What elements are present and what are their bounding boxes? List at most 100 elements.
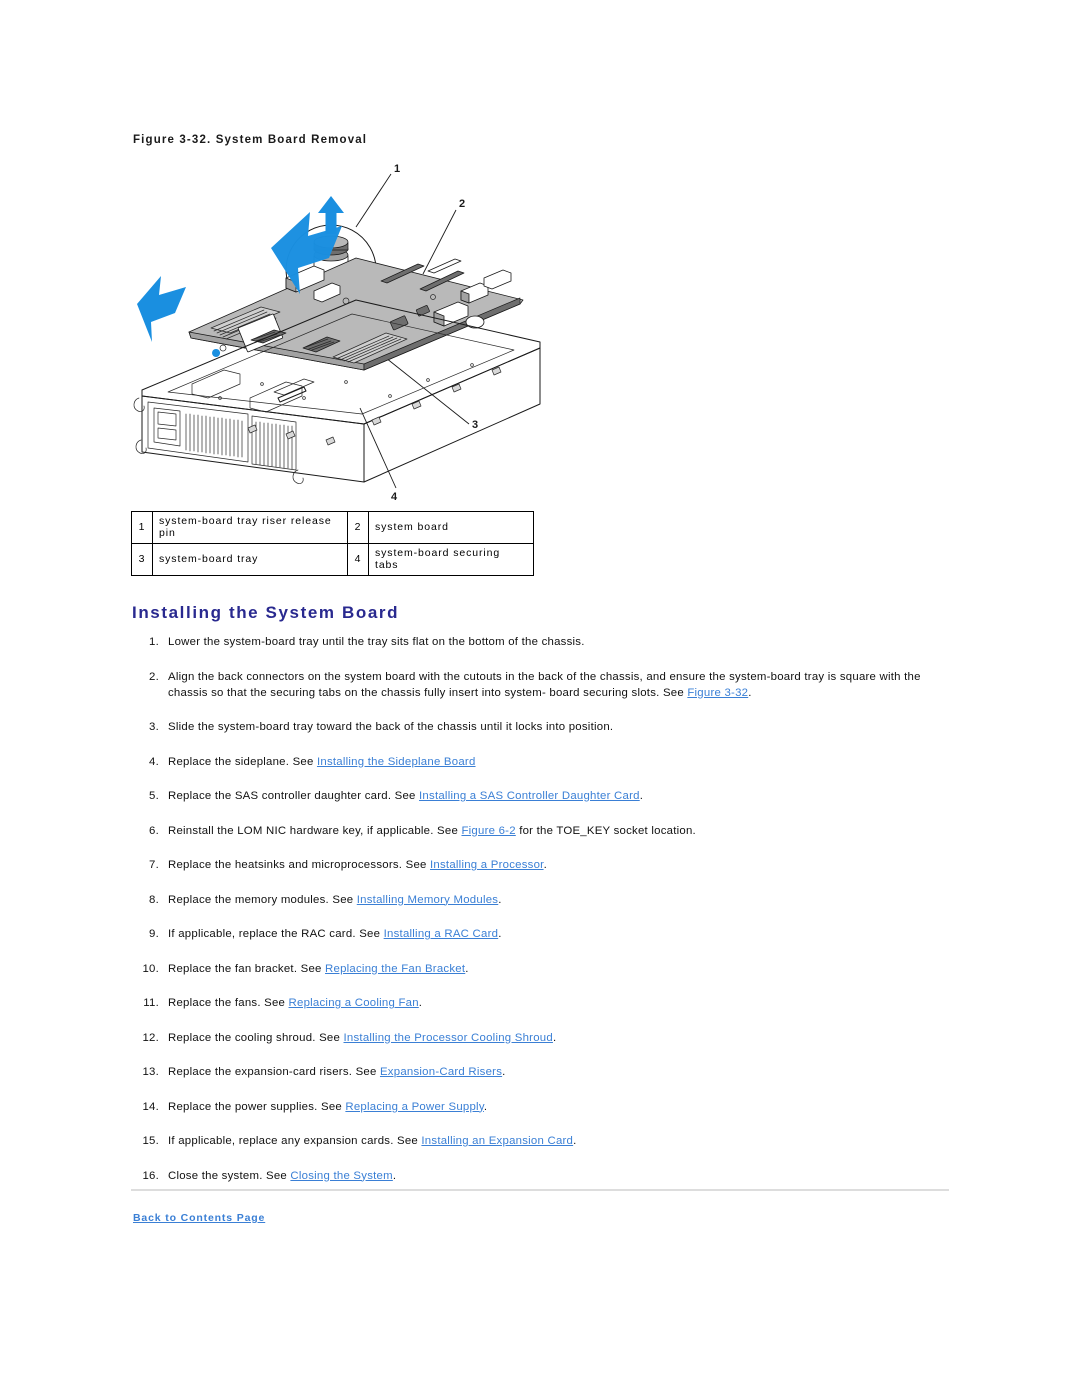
step-text: Slide the system-board tray toward the b… xyxy=(168,719,963,735)
procedure-step: 9. If applicable, replace the RAC card. S… xyxy=(133,926,963,942)
figure-caption: Figure 3-32. System Board Removal xyxy=(133,134,368,146)
callout-number-4: 4 xyxy=(391,491,398,502)
legend-label: system-board tray xyxy=(152,543,348,577)
cross-reference-link[interactable]: Expansion-Card Risers xyxy=(380,1066,502,1078)
step-number: 2. xyxy=(149,670,159,683)
legend-label: system board xyxy=(368,510,534,545)
step-text-run: If applicable, replace any expansion car… xyxy=(168,1135,422,1147)
cross-reference-link[interactable]: Installing Memory Modules xyxy=(357,894,498,906)
step-number: 3. xyxy=(149,721,159,733)
cross-reference-link[interactable]: Installing a RAC Card xyxy=(384,928,499,940)
step-text-run: If applicable, replace the RAC card. See xyxy=(168,928,384,940)
cross-reference-link[interactable]: Replacing a Power Supply xyxy=(345,1101,484,1113)
step-text-run: Close the system. See xyxy=(168,1169,291,1182)
step-text: Replace the memory modules. See Installi… xyxy=(168,892,963,908)
step-text-run: . xyxy=(748,686,752,699)
procedure-step: 8. Replace the memory modules. See Instal… xyxy=(133,892,963,908)
step-text-run: Align the back connectors on the system … xyxy=(168,670,921,699)
procedure-step: 16. Close the system. See Closing the Sys… xyxy=(133,1168,963,1184)
legend-number: 4 xyxy=(347,543,369,577)
step-text: Replace the heatsinks and microprocessor… xyxy=(168,857,963,873)
footer-divider xyxy=(131,1189,949,1191)
back-to-contents-link[interactable]: Back to Contents Page xyxy=(133,1212,265,1224)
step-number: 10. xyxy=(142,962,159,975)
procedure-step-list: 1. Lower the system-board tray until the … xyxy=(133,634,963,1202)
removal-arrow-left xyxy=(137,276,186,342)
step-text-run: . xyxy=(573,1135,577,1147)
step-number: 4. xyxy=(149,755,159,768)
step-text-run: . xyxy=(498,893,502,906)
step-text-run: . xyxy=(392,1169,397,1182)
step-number: 11. xyxy=(143,997,159,1009)
cross-reference-link[interactable]: Installing the Processor Cooling Shroud xyxy=(344,1032,553,1044)
step-number: 6. xyxy=(149,824,159,837)
step-text-run: Lower the system-board tray until the tr… xyxy=(168,636,585,648)
cross-reference-link[interactable]: Figure 6-2 xyxy=(461,825,515,837)
step-text-run: . xyxy=(639,790,644,802)
cross-reference-link[interactable]: Replacing the Fan Bracket xyxy=(325,963,465,975)
legend-body: 1 system-board tray riser release pin 2 … xyxy=(131,510,534,577)
step-text-run: . xyxy=(418,997,423,1009)
procedure-step: 7. Replace the heatsinks and microprocess… xyxy=(133,857,963,873)
step-text-run: Slide the system-board tray toward the b… xyxy=(168,721,614,733)
page-title: Installing the System Board xyxy=(132,603,400,623)
step-text: Lower the system-board tray until the tr… xyxy=(168,634,963,650)
step-text: If applicable, replace any expansion car… xyxy=(168,1133,963,1149)
procedure-step: 5. Replace the SAS controller daughter ca… xyxy=(133,788,963,804)
callout-number-2: 2 xyxy=(459,198,465,210)
step-number: 1. xyxy=(149,636,159,648)
procedure-step: 15. If applicable, replace any expansion … xyxy=(133,1133,963,1149)
step-text-run: Reinstall the LOM NIC hardware key, if a… xyxy=(168,824,462,837)
legend-number: 1 xyxy=(131,510,153,545)
procedure-step: 14. Replace the power supplies. See Repla… xyxy=(133,1099,963,1115)
procedure-step: 10. Replace the fan bracket. See Replacin… xyxy=(133,961,963,977)
procedure-step: 2. Align the back connectors on the syste… xyxy=(133,669,963,701)
legend-number: 2 xyxy=(347,510,369,545)
step-text: Reinstall the LOM NIC hardware key, if a… xyxy=(168,823,963,839)
step-text: Replace the fan bracket. See Replacing t… xyxy=(168,961,963,977)
step-number: 16. xyxy=(142,1169,159,1182)
step-text: Align the back connectors on the system … xyxy=(168,669,963,701)
step-text: Close the system. See Closing the System… xyxy=(168,1168,963,1184)
step-text-run: . xyxy=(502,1066,506,1078)
step-text-run: Replace the fans. See xyxy=(168,997,289,1009)
legend-label: system-board securing tabs xyxy=(368,543,534,577)
step-text: Replace the expansion-card risers. See E… xyxy=(168,1064,963,1080)
cross-reference-link[interactable]: Figure 3-32 xyxy=(687,687,748,699)
step-number: 13. xyxy=(142,1066,159,1078)
callout-number-3: 3 xyxy=(472,419,478,431)
cross-reference-link[interactable]: Replacing a Cooling Fan xyxy=(289,997,419,1009)
cross-reference-link[interactable]: Installing a Processor xyxy=(430,859,544,871)
step-text-run: . xyxy=(552,1031,557,1044)
step-number: 9. xyxy=(149,928,159,940)
procedure-step: 11. Replace the fans. See Replacing a Coo… xyxy=(133,995,963,1011)
step-text: Replace the cooling shroud. See Installi… xyxy=(168,1030,963,1046)
cross-reference-link[interactable]: Closing the System xyxy=(290,1170,392,1182)
system-board-assembly xyxy=(188,257,524,371)
step-text-run: Replace the expansion-card risers. See xyxy=(168,1066,380,1078)
procedure-step: 6. Reinstall the LOM NIC hardware key, if… xyxy=(133,823,963,839)
step-text-run: . xyxy=(543,859,547,871)
step-text: Replace the SAS controller daughter card… xyxy=(168,788,963,804)
step-number: 12. xyxy=(142,1031,159,1044)
step-text-run: Replace the fan bracket. See xyxy=(168,962,326,975)
step-number: 8. xyxy=(149,893,159,906)
step-text-run: . xyxy=(498,928,502,940)
step-text-run: for the TOE_KEY socket location. xyxy=(515,824,696,837)
document-page: Figure 3-32. System Board Removal .ln { … xyxy=(0,0,1080,1397)
cross-reference-link[interactable]: Installing a SAS Controller Daughter Car… xyxy=(419,790,640,802)
step-text: Replace the fans. See Replacing a Coolin… xyxy=(168,995,963,1011)
step-text-run: Replace the power supplies. See xyxy=(168,1100,346,1113)
cross-reference-link[interactable]: Installing an Expansion Card xyxy=(421,1135,573,1147)
procedure-step: 4. Replace the sideplane. See Installing … xyxy=(133,754,963,770)
step-text-run: Replace the SAS controller daughter card… xyxy=(168,790,420,802)
cross-reference-link[interactable]: Installing the Sideplane Board xyxy=(317,756,476,768)
step-number: 15. xyxy=(142,1135,159,1147)
step-text-run: . xyxy=(465,962,469,975)
legend-label: system-board tray riser release pin xyxy=(152,510,348,545)
figure-illustration: .ln { fill:none; stroke:#1a1a1a; stroke-… xyxy=(128,152,558,502)
step-number: 14. xyxy=(142,1100,159,1113)
procedure-step: 1. Lower the system-board tray until the … xyxy=(133,634,963,650)
procedure-step: 12. Replace the cooling shroud. See Insta… xyxy=(133,1030,963,1046)
procedure-step: 3. Slide the system-board tray toward the… xyxy=(133,719,963,735)
